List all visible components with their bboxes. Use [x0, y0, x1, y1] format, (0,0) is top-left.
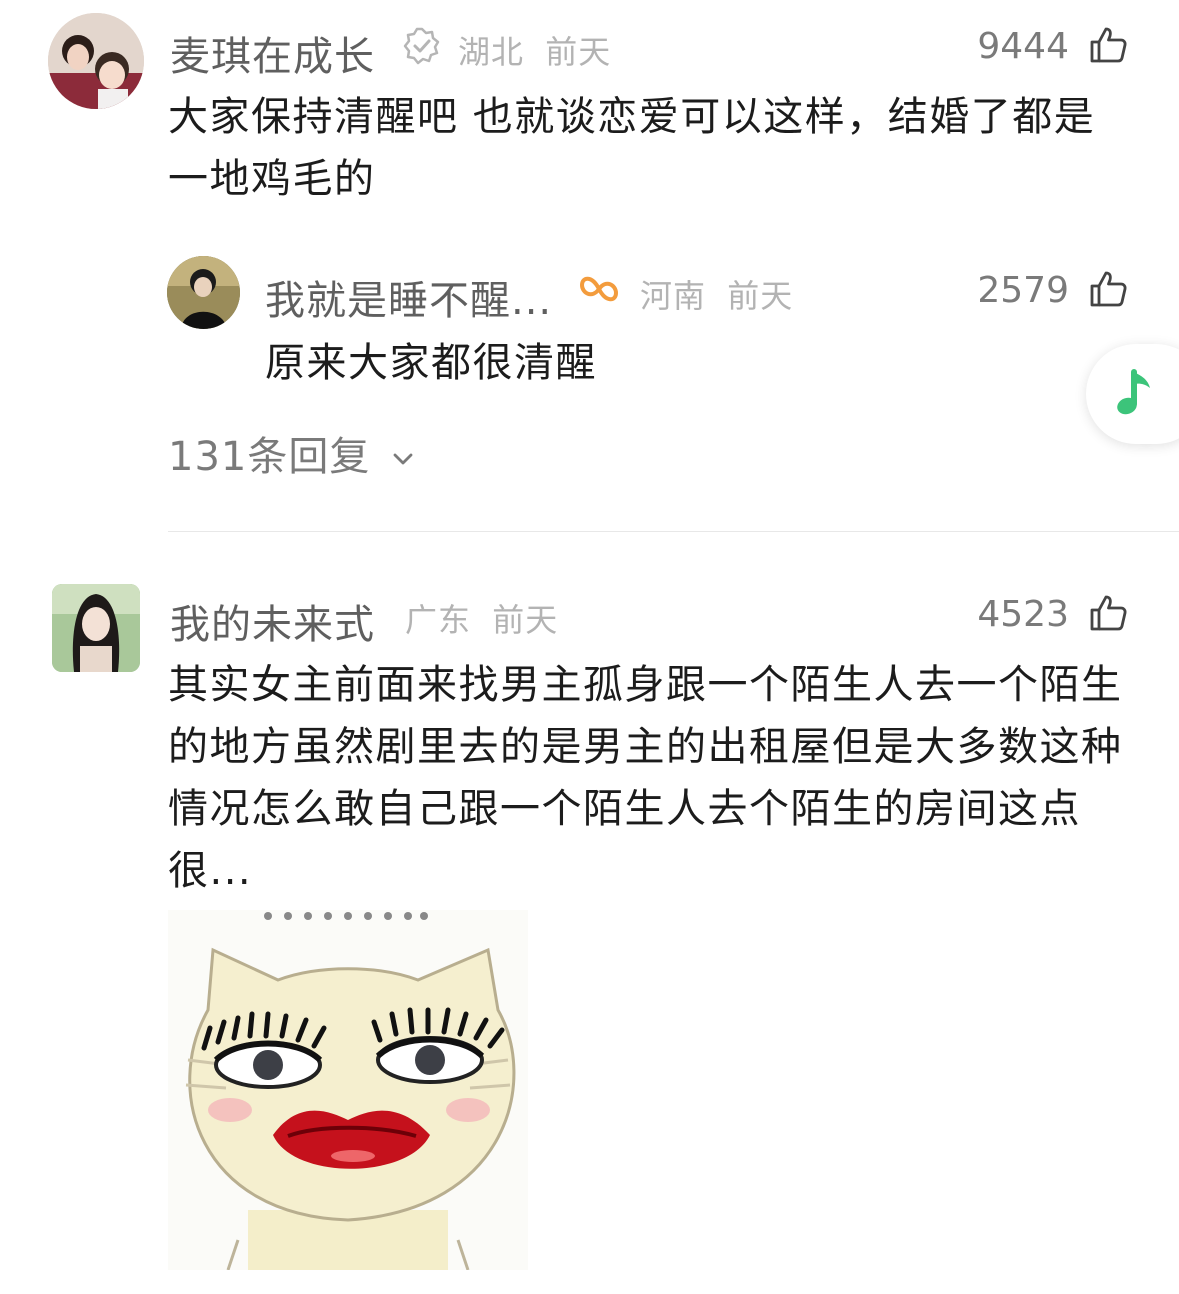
username[interactable]: 麦琪在成长: [170, 24, 375, 82]
reply-text: 原来大家都很清醒: [265, 340, 597, 386]
verified-badge-icon: [402, 26, 442, 66]
time: 前天: [727, 277, 794, 315]
comment-text: 大家保持清醒吧 也就谈恋爱可以这样，结婚了都是一地鸡毛的: [168, 94, 1096, 202]
music-float-button[interactable]: [1086, 344, 1179, 444]
thumbs-up-icon[interactable]: [1088, 593, 1128, 633]
thumbs-up-icon[interactable]: [1088, 25, 1128, 65]
meta-info: 广东 前天: [405, 595, 558, 641]
divider: [168, 531, 1179, 532]
vip-ribbon-icon: [578, 271, 620, 307]
chevron-down-icon: [393, 453, 413, 465]
meta-info: 河南 前天: [640, 271, 793, 317]
meta-info: 湖北 前天: [458, 27, 611, 73]
view-replies-button[interactable]: 131条回复: [168, 424, 416, 482]
reply-count: 131条回复: [168, 434, 371, 480]
like-count: 2579: [977, 270, 1069, 311]
time: 前天: [545, 33, 612, 71]
location: 河南: [640, 277, 707, 315]
username[interactable]: 我的未来式: [170, 592, 375, 650]
like-count: 9444: [977, 26, 1069, 67]
avatar[interactable]: [167, 256, 240, 329]
music-note-icon: [1117, 369, 1150, 415]
location: 湖北: [458, 33, 525, 71]
avatar[interactable]: [48, 13, 144, 109]
time: 前天: [492, 601, 559, 639]
location: 广东: [405, 601, 472, 639]
avatar[interactable]: [52, 584, 140, 672]
like-count: 4523: [977, 594, 1069, 635]
username[interactable]: 我就是睡不醒...: [265, 268, 552, 326]
cat-face-makeup-sticker[interactable]: [168, 910, 528, 1271]
thumbs-up-icon[interactable]: [1088, 269, 1128, 309]
comment-text: 其实女主前面来找男主孤身跟一个陌生人去一个陌生的地方虽然剧里去的是男主的出租屋但…: [168, 662, 1123, 894]
